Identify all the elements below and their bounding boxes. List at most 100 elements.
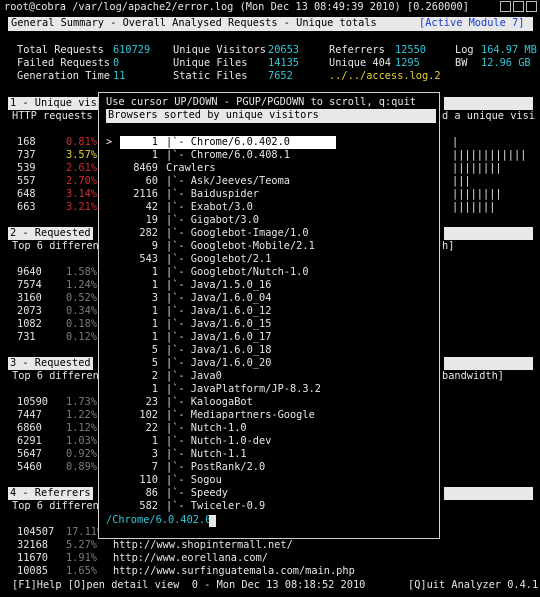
list-item-count[interactable]: 110 bbox=[122, 474, 158, 487]
list-item-name[interactable]: |`- Twiceler-0.9 bbox=[166, 500, 265, 513]
list-item-name[interactable]: |`- Java/1.6.0_15 bbox=[166, 318, 271, 331]
list-item-name[interactable]: |`- Java0 bbox=[166, 370, 222, 383]
list-item-count: 9640 bbox=[17, 266, 42, 278]
list-item-count[interactable]: 42 bbox=[122, 201, 158, 214]
list-item-name[interactable]: |`- Java/1.6.0_17 bbox=[166, 331, 271, 344]
referrer-url[interactable]: http://www.shopintermall.net/ bbox=[113, 539, 293, 552]
section-1-bar[interactable]: 1 - Unique visi bbox=[8, 97, 103, 110]
list-item-count: 737 bbox=[17, 149, 36, 161]
footer-right[interactable]: [Q]uit Analyzer 0.4.1 bbox=[408, 579, 538, 592]
list-item-name[interactable]: |`- Java/1.6.0_20 bbox=[166, 357, 271, 370]
list-item-pct: 0.52% bbox=[66, 292, 97, 304]
list-item-count[interactable]: 9 bbox=[122, 240, 158, 253]
list-item-name[interactable]: |`- KaloogaBot bbox=[166, 396, 253, 409]
list-item-count[interactable]: 2 bbox=[122, 370, 158, 383]
list-item-count[interactable]: 86 bbox=[122, 487, 158, 500]
section-1-subtitle-right: d a unique visi bbox=[442, 110, 535, 122]
list-item-count[interactable]: 3 bbox=[122, 292, 158, 305]
list-item-count[interactable]: 7 bbox=[122, 461, 158, 474]
total-requests-value: 610729 bbox=[113, 44, 151, 56]
section-3-bar[interactable]: 3 - Requested bbox=[8, 357, 93, 370]
list-item-pct: 0.92% bbox=[66, 448, 97, 460]
list-item-count[interactable]: 1 bbox=[122, 435, 158, 448]
list-item-count[interactable]: 582 bbox=[122, 500, 158, 513]
footer-left[interactable]: [F1]Help [O]pen detail view 0 - Mon Dec … bbox=[12, 579, 365, 592]
logfile-path: ../../access.log.2 bbox=[329, 70, 441, 82]
list-item-count[interactable]: 3 bbox=[122, 448, 158, 461]
popup-title-bar: Browsers sorted by unique visitors bbox=[106, 109, 436, 123]
section-4-bar[interactable]: 4 - Referrers bbox=[8, 487, 93, 500]
list-item-bar: |||||||||||| bbox=[452, 149, 527, 161]
section-3-title: 3 - Requested bbox=[10, 357, 91, 369]
section-4-bar-right bbox=[444, 487, 533, 500]
list-item-count[interactable]: 2116 bbox=[122, 188, 158, 201]
list-item-name[interactable]: |`- Java/1.6.0_18 bbox=[166, 344, 271, 357]
list-item-name[interactable]: |`- Mediapartners-Google bbox=[166, 409, 315, 422]
minimize-icon[interactable] bbox=[500, 1, 511, 12]
list-item-count: 663 bbox=[17, 201, 36, 213]
close-icon[interactable] bbox=[526, 1, 537, 12]
list-item-name[interactable]: |`- Chrome/6.0.402.0 bbox=[166, 136, 290, 149]
list-item-count[interactable]: 102 bbox=[122, 409, 158, 422]
list-item-count[interactable]: 23 bbox=[122, 396, 158, 409]
list-item-name[interactable]: |`- Chrome/6.0.408.1 bbox=[166, 149, 290, 162]
popup-title: Browsers sorted by unique visitors bbox=[108, 109, 319, 121]
list-item-count[interactable]: 5 bbox=[122, 357, 158, 370]
list-item-name[interactable]: |`- Ask/Jeeves/Teoma bbox=[166, 175, 290, 188]
list-item-count[interactable]: 8469 bbox=[122, 162, 158, 175]
list-item-count: 5647 bbox=[17, 448, 42, 460]
list-item-count[interactable]: 60 bbox=[122, 175, 158, 188]
list-item-name[interactable]: |`- Googlebot/Nutch-1.0 bbox=[166, 266, 309, 279]
list-item-count: 3160 bbox=[17, 292, 42, 304]
list-item-pct: 1.24% bbox=[66, 279, 97, 291]
log-size: 164.97 MB bbox=[481, 44, 537, 56]
list-item-count[interactable]: 1 bbox=[122, 136, 158, 149]
maximize-icon[interactable] bbox=[513, 1, 524, 12]
list-item-name[interactable]: |`- Exabot/3.0 bbox=[166, 201, 253, 214]
list-item-name[interactable]: |`- Sogou bbox=[166, 474, 222, 487]
list-item-name[interactable]: |`- Java/1.5.0_16 bbox=[166, 279, 271, 292]
list-item-count[interactable]: 543 bbox=[122, 253, 158, 266]
unique404-value: 1295 bbox=[395, 57, 420, 69]
list-item-name[interactable]: |`- Nutch-1.0-dev bbox=[166, 435, 271, 448]
list-item-count[interactable]: 1 bbox=[122, 318, 158, 331]
section-2-title: 2 - Requested bbox=[10, 227, 91, 239]
list-item-name[interactable]: |`- JavaPlatform/JP-8.3.2 bbox=[166, 383, 321, 396]
popup-hint: Use cursor UP/DOWN - PGUP/PGDOWN to scro… bbox=[106, 96, 416, 108]
section-3-subtitle: Top 6 differen bbox=[12, 370, 99, 382]
list-item-name[interactable]: |`- Nutch-1.1 bbox=[166, 448, 247, 461]
list-item-bar: |||||||| bbox=[452, 162, 502, 174]
text-cursor-icon bbox=[209, 515, 216, 527]
list-item-name[interactable]: |`- Java/1.6.0_12 bbox=[166, 305, 271, 318]
list-item-pct: 3.21% bbox=[66, 201, 97, 213]
list-item-name[interactable]: |`- Googlebot/2.1 bbox=[166, 253, 271, 266]
list-item-count[interactable]: 1 bbox=[122, 266, 158, 279]
list-item-pct: 3.57% bbox=[66, 149, 97, 161]
list-item-count: 557 bbox=[17, 175, 36, 187]
list-item-name[interactable]: |`- Baiduspider bbox=[166, 188, 259, 201]
list-item-name[interactable]: |`- PostRank/2.0 bbox=[166, 461, 265, 474]
search-input-text[interactable]: /Chrome/6.0.402.0 bbox=[106, 514, 211, 527]
list-item-count[interactable]: 1 bbox=[122, 279, 158, 292]
list-item-name[interactable]: |`- Googlebot-Mobile/2.1 bbox=[166, 240, 315, 253]
list-item-count[interactable]: 1 bbox=[122, 305, 158, 318]
list-item-count[interactable]: 22 bbox=[122, 422, 158, 435]
list-item-count[interactable]: 1 bbox=[122, 149, 158, 162]
list-item-name[interactable]: |`- Java/1.6.0_04 bbox=[166, 292, 271, 305]
section-3-bar-right bbox=[444, 357, 533, 370]
list-item-pct: 5.27% bbox=[66, 539, 97, 551]
list-item-count[interactable]: 5 bbox=[122, 344, 158, 357]
list-item-name[interactable]: Crawlers bbox=[166, 162, 216, 175]
list-item-count[interactable]: 19 bbox=[122, 214, 158, 227]
section-2-bar[interactable]: 2 - Requested bbox=[8, 227, 93, 240]
referrer-url[interactable]: http://www.eorellana.com/ bbox=[113, 552, 268, 565]
list-item-count[interactable]: 282 bbox=[122, 227, 158, 240]
list-item-count[interactable]: 1 bbox=[122, 383, 158, 396]
list-item-name[interactable]: |`- Gigabot/3.0 bbox=[166, 214, 259, 227]
static-files-label: Static Files bbox=[173, 70, 248, 82]
section-2-subtitle-right: h] bbox=[442, 240, 455, 252]
list-item-name[interactable]: |`- Googlebot-Image/1.0 bbox=[166, 227, 309, 240]
list-item-name[interactable]: |`- Speedy bbox=[166, 487, 228, 500]
list-item-count[interactable]: 1 bbox=[122, 331, 158, 344]
list-item-name[interactable]: |`- Nutch-1.0 bbox=[166, 422, 247, 435]
